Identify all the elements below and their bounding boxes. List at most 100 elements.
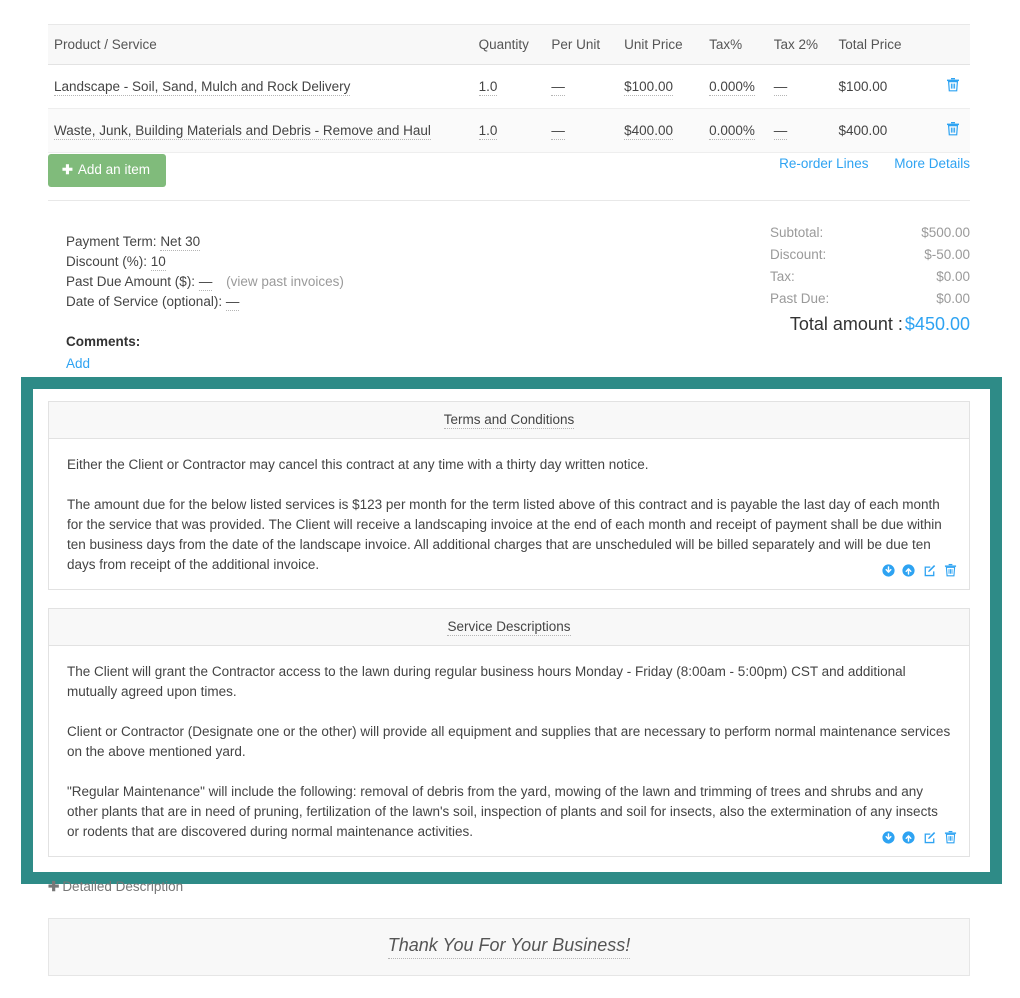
per-unit-editable[interactable]: — [551, 123, 565, 140]
tax-editable[interactable]: 0.000% [709, 123, 755, 140]
tax2-editable[interactable]: — [773, 123, 788, 140]
grand-total-label: Total amount : [789, 314, 903, 334]
arrow-down-circle-icon[interactable] [882, 831, 895, 844]
past-due-value[interactable]: — [198, 274, 213, 291]
plus-icon: ✚ [62, 162, 73, 177]
payment-term-row: Payment Term: Net 30 [66, 232, 344, 252]
table-row: Landscape - Soil, Sand, Mulch and Rock D… [48, 64, 970, 109]
invoice-editor-page: Product / Service Quantity Per Unit Unit… [0, 0, 1020, 998]
table-row: Waste, Junk, Building Materials and Debr… [48, 108, 970, 153]
past-due-row: Past Due: $0.00 [770, 288, 970, 310]
panel-body: The Client will grant the Contractor acc… [49, 646, 969, 856]
tax-total-label: Tax: [770, 269, 795, 284]
past-due-total-value: $0.00 [936, 291, 970, 306]
more-details-link[interactable]: More Details [894, 156, 970, 171]
add-comment-link[interactable]: Add [66, 354, 344, 374]
trash-icon[interactable] [944, 563, 957, 577]
view-past-invoices-link[interactable]: (view past invoices) [226, 274, 344, 289]
table-header-row: Product / Service Quantity Per Unit Unit… [48, 24, 970, 65]
discount-row: Discount (%): 10 [66, 252, 344, 272]
add-item-label: Add an item [77, 162, 150, 177]
cell-unit-price: $100.00 [618, 64, 704, 109]
quantity-editable[interactable]: 1.0 [478, 79, 498, 96]
date-of-service-row: Date of Service (optional): — [66, 292, 344, 312]
per-unit-editable[interactable]: — [551, 79, 565, 96]
product-name-editable[interactable]: Waste, Junk, Building Materials and Debr… [54, 123, 431, 140]
table-body: Landscape - Soil, Sand, Mulch and Rock D… [48, 64, 970, 153]
cell-quantity: 1.0 [472, 64, 546, 109]
add-item-button[interactable]: ✚ Add an item [48, 154, 166, 187]
col-header-actions [929, 24, 970, 65]
edit-square-icon[interactable] [923, 564, 936, 577]
payment-term-label: Payment Term: [66, 234, 157, 249]
date-of-service-value[interactable]: — [225, 294, 240, 311]
divider [48, 200, 970, 201]
arrow-down-circle-icon[interactable] [882, 564, 895, 577]
trash-icon[interactable] [944, 830, 957, 844]
edit-square-icon[interactable] [923, 831, 936, 844]
grand-total-row: Total amount : $450.00 [770, 314, 970, 335]
table-header: Product / Service Quantity Per Unit Unit… [48, 24, 970, 65]
thank-you-panel: Thank You For Your Business! [48, 918, 970, 976]
trash-icon[interactable] [946, 122, 960, 140]
row-actions [878, 563, 957, 583]
past-due-label: Past Due Amount ($): [66, 274, 196, 289]
cell-total-price: $100.00 [832, 64, 930, 109]
panel-header: Service Descriptions [49, 609, 969, 646]
reorder-lines-link[interactable]: Re-order Lines [779, 156, 868, 171]
grand-total-value: $450.00 [904, 314, 970, 334]
cell-quantity: 1.0 [472, 108, 546, 153]
unit-price-editable[interactable]: $100.00 [624, 79, 673, 96]
date-of-service-label: Date of Service (optional): [66, 294, 223, 309]
subtotal-label: Subtotal: [770, 225, 824, 240]
cell-per-unit: — [545, 108, 619, 153]
detailed-description-label: Detailed Description [62, 879, 184, 894]
product-name-editable[interactable]: Landscape - Soil, Sand, Mulch and Rock D… [54, 79, 351, 96]
col-header-quantity: Quantity [472, 24, 546, 65]
discount-total-label: Discount: [770, 247, 827, 262]
quantity-editable[interactable]: 1.0 [478, 123, 498, 140]
line-items-table: Product / Service Quantity Per Unit Unit… [48, 24, 970, 153]
panel-body: Either the Client or Contractor may canc… [49, 439, 969, 589]
tax-row: Tax: $0.00 [770, 266, 970, 288]
payment-terms-block: Payment Term: Net 30 Discount (%): 10 Pa… [66, 232, 344, 374]
plus-icon: ✚ [48, 879, 60, 894]
col-header-tax2: Tax 2% [767, 24, 833, 65]
row-actions [878, 830, 957, 850]
table-links: Re-order Lines More Details [757, 156, 970, 171]
tax-editable[interactable]: 0.000% [709, 79, 755, 96]
thank-you-text[interactable]: Thank You For Your Business! [387, 935, 631, 959]
unit-price-editable[interactable]: $400.00 [624, 123, 673, 140]
discount-row: Discount: $-50.00 [770, 244, 970, 266]
terms-paragraph: Either the Client or Contractor may canc… [67, 457, 649, 472]
detailed-description-link[interactable]: ✚ Detailed Description [48, 879, 183, 895]
service-panel-title[interactable]: Service Descriptions [447, 619, 571, 636]
tax2-editable[interactable]: — [773, 79, 788, 96]
subtotal-row: Subtotal: $500.00 [770, 222, 970, 244]
comments-label: Comments: [66, 334, 141, 349]
cell-delete [929, 108, 970, 153]
col-header-unit-price: Unit Price [618, 24, 704, 65]
subtotal-value: $500.00 [921, 225, 970, 240]
service-paragraph: "Regular Maintenance" will include the f… [67, 784, 938, 839]
panel-header: Terms and Conditions [49, 402, 969, 439]
col-header-per-unit: Per Unit [545, 24, 619, 65]
discount-label: Discount (%): [66, 254, 148, 269]
cell-product: Waste, Junk, Building Materials and Debr… [48, 108, 473, 153]
terms-panel-title[interactable]: Terms and Conditions [443, 412, 575, 429]
discount-value[interactable]: 10 [150, 254, 166, 271]
discount-total-value: $-50.00 [924, 247, 970, 262]
payment-term-value[interactable]: Net 30 [160, 234, 201, 251]
service-paragraph: Client or Contractor (Designate one or t… [67, 724, 951, 759]
trash-icon[interactable] [946, 78, 960, 96]
cell-tax2: — [767, 108, 833, 153]
arrow-up-circle-icon[interactable] [902, 831, 916, 844]
cell-product: Landscape - Soil, Sand, Mulch and Rock D… [48, 64, 473, 109]
cell-tax: 0.000% [703, 64, 768, 109]
cell-tax2: — [767, 64, 833, 109]
col-header-product: Product / Service [48, 24, 473, 65]
past-due-row: Past Due Amount ($): — (view past invoic… [66, 272, 344, 292]
tax-total-value: $0.00 [936, 269, 970, 284]
service-paragraph: The Client will grant the Contractor acc… [67, 664, 906, 699]
arrow-up-circle-icon[interactable] [902, 564, 916, 577]
